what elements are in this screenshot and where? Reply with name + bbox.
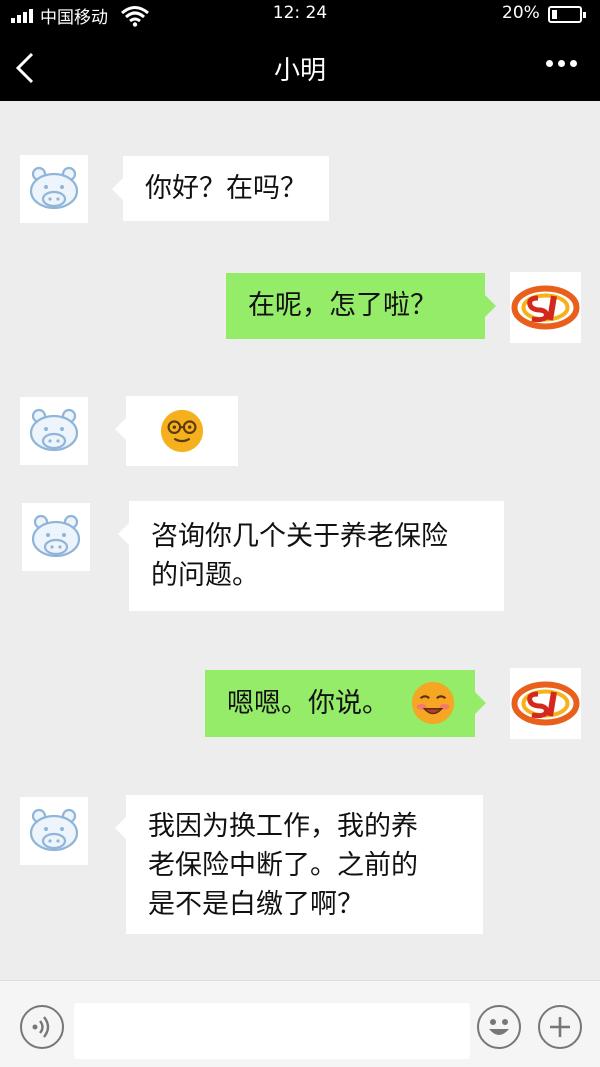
- contact-avatar[interactable]: [20, 155, 88, 223]
- message-text: 你好？在吗？: [145, 173, 307, 204]
- message-bubble[interactable]: 你好？在吗？: [112, 156, 329, 221]
- blush-smile-emoji-icon: [411, 681, 455, 725]
- battery-icon: [548, 6, 586, 23]
- more-dots-icon[interactable]: [540, 54, 584, 74]
- contact-avatar[interactable]: [20, 797, 88, 865]
- plus-icon[interactable]: [538, 1005, 582, 1049]
- message-bubble[interactable]: [115, 396, 238, 466]
- message-text-line: 老保险中断了。之前的: [148, 850, 418, 881]
- contact-avatar[interactable]: [22, 503, 90, 571]
- message-text-line: 的问题。: [151, 560, 259, 591]
- pig-icon: [29, 808, 79, 852]
- header-bar: 中国移动 12: 24 20% 小明: [0, 0, 600, 101]
- si-logo-icon: [511, 681, 580, 726]
- pig-icon: [31, 514, 81, 558]
- message-text-line: 我因为换工作，我的养: [148, 811, 418, 842]
- message-bubble[interactable]: 我因为换工作，我的养 老保险中断了。之前的 是不是白缴了啊？: [115, 795, 483, 934]
- input-bar: [0, 980, 600, 1067]
- nerd-glasses-emoji-icon: [160, 409, 204, 453]
- message-bubble[interactable]: 在呢，怎了啦？: [226, 273, 496, 339]
- message-bubble[interactable]: 咨询你几个关于养老保险 的问题。: [118, 501, 504, 611]
- emoji-icon[interactable]: [477, 1005, 521, 1049]
- chat-title: 小明: [273, 56, 326, 86]
- my-avatar[interactable]: [510, 668, 581, 739]
- pig-icon: [29, 166, 79, 210]
- message-text: 嗯嗯。你说。: [227, 688, 389, 719]
- contact-avatar[interactable]: [20, 397, 88, 465]
- message-text-line: 咨询你几个关于养老保险: [151, 521, 448, 552]
- my-avatar[interactable]: [510, 272, 581, 343]
- voice-icon[interactable]: [20, 1005, 64, 1049]
- message-bubble[interactable]: 嗯嗯。你说。: [205, 670, 486, 737]
- message-input[interactable]: [74, 1003, 470, 1059]
- status-bar: 中国移动 12: 24 20%: [0, 0, 600, 30]
- battery-percent: 20%: [502, 3, 540, 23]
- message-text-line: 是不是白缴了啊？: [148, 889, 364, 920]
- pig-icon: [29, 408, 79, 452]
- message-text: 在呢，怎了啦？: [248, 290, 437, 321]
- si-logo-icon: [511, 285, 580, 330]
